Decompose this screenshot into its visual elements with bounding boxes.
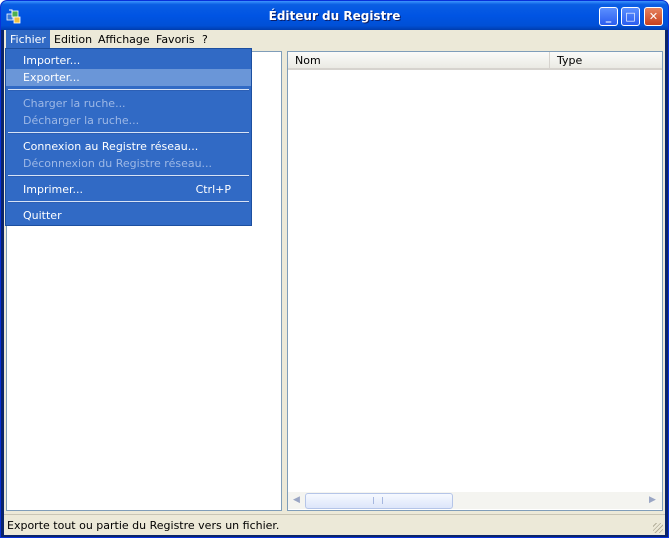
close-button[interactable]: ✕ [644, 7, 663, 26]
file-menu-dropdown: Importer... Exporter... Charger la ruche… [5, 48, 252, 226]
column-header-type[interactable]: Type [550, 52, 662, 69]
horizontal-scrollbar[interactable]: ◀ ▶ [288, 492, 662, 509]
title-bar[interactable]: Éditeur du Registre _ □ ✕ [1, 1, 668, 30]
menu-item-deconnexion-registre: Déconnexion du Registre réseau... [23, 157, 213, 170]
values-list-pane[interactable]: Nom Type ◀ ▶ [287, 51, 663, 511]
scroll-right-arrow-icon[interactable]: ▶ [645, 493, 660, 508]
menu-separator [8, 89, 249, 91]
close-icon: ✕ [648, 10, 659, 23]
list-header: Nom Type [288, 52, 662, 70]
scrollbar-thumb[interactable] [305, 493, 453, 509]
menu-edition[interactable]: Edition [50, 30, 96, 49]
window-title: Éditeur du Registre [268, 9, 401, 23]
menu-item-connexion-registre[interactable]: Connexion au Registre réseau... [6, 138, 251, 155]
menu-item-charger-ruche: Charger la ruche... [23, 97, 126, 110]
menu-affichage[interactable]: Affichage [94, 30, 154, 49]
scroll-left-arrow-icon[interactable]: ◀ [289, 493, 304, 508]
menu-bar: Fichier Edition Affichage Favoris ? [4, 30, 665, 49]
menu-item-quitter[interactable]: Quitter [6, 207, 251, 224]
menu-help[interactable]: ? [198, 30, 212, 49]
menu-separator [8, 175, 249, 177]
menu-item-decharger-ruche: Décharger la ruche... [23, 114, 140, 127]
menu-separator [8, 132, 249, 134]
menu-item-exporter[interactable]: Exporter... [6, 69, 251, 86]
menu-item-imprimer-label: Imprimer... [23, 183, 84, 196]
column-header-nom[interactable]: Nom [288, 52, 550, 69]
menu-favoris[interactable]: Favoris [152, 30, 199, 49]
menu-separator [8, 201, 249, 203]
resize-grip-icon[interactable] [653, 523, 663, 533]
menu-item-imprimer[interactable]: Imprimer... Ctrl+P [6, 181, 251, 198]
scroll-grip-icon [373, 497, 383, 504]
menu-fichier[interactable]: Fichier [6, 30, 50, 49]
status-text: Exporte tout ou partie du Registre vers … [7, 519, 280, 532]
maximize-button[interactable]: □ [621, 7, 640, 26]
status-bar: Exporte tout ou partie du Registre vers … [4, 514, 665, 535]
minimize-icon: _ [605, 10, 612, 23]
menu-item-importer[interactable]: Importer... [6, 52, 251, 69]
minimize-button[interactable]: _ [599, 7, 618, 26]
maximize-icon: □ [625, 10, 636, 23]
shortcut-ctrl-p: Ctrl+P [195, 183, 231, 196]
